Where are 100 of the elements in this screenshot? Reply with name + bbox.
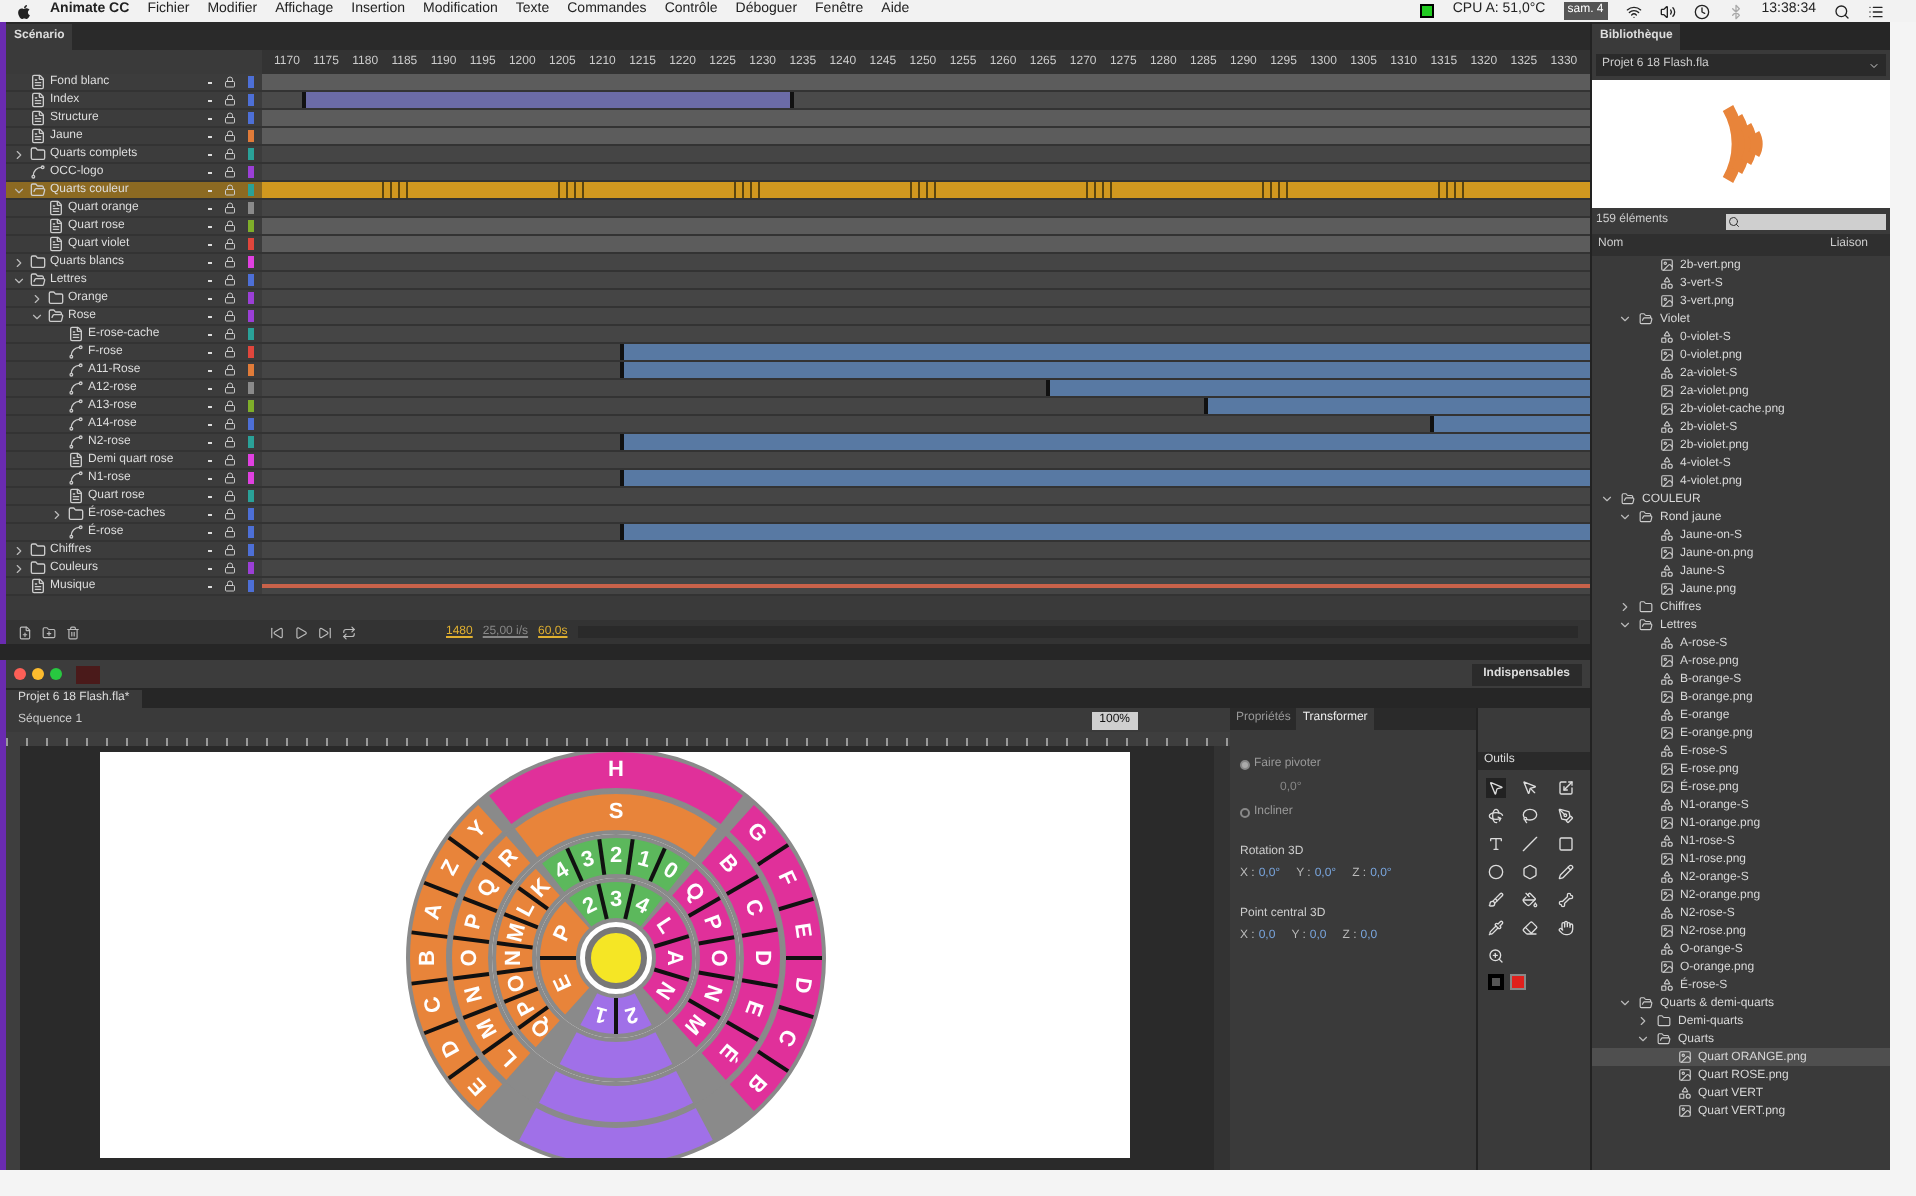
layer-color-swatch[interactable] [248,166,254,178]
expand-caret-icon[interactable] [30,291,44,305]
layer-color-swatch[interactable] [248,130,254,142]
collapse-caret-icon[interactable] [1618,510,1632,524]
line-tool-icon[interactable] [1520,834,1541,854]
layer-color-swatch[interactable] [248,202,254,214]
pen-tool-icon[interactable] [1555,806,1576,826]
fill-color-swatch[interactable] [1510,974,1526,990]
layer-color-swatch[interactable] [248,76,254,88]
layer-color-swatch[interactable] [248,526,254,538]
layer-color-swatch[interactable] [248,94,254,106]
lock-icon[interactable] [224,76,236,88]
lock-icon[interactable] [224,382,236,394]
wifi-icon[interactable] [1625,3,1642,19]
rectangle-tool-icon[interactable] [1555,834,1576,854]
expand-caret-icon[interactable] [1618,600,1632,614]
lock-icon[interactable] [224,472,236,484]
eyedropper-tool-icon[interactable] [1486,918,1506,938]
lock-icon[interactable] [224,202,236,214]
lock-icon[interactable] [224,580,236,592]
stroke-color-swatch[interactable] [1488,974,1504,990]
layer-color-swatch[interactable] [248,346,254,358]
lock-icon[interactable] [224,400,236,412]
minimize-window-button[interactable] [32,668,44,680]
lock-icon[interactable] [224,346,236,358]
collapse-caret-icon[interactable] [1636,1032,1650,1046]
layer-color-swatch[interactable] [248,220,254,232]
lock-icon[interactable] [224,94,236,106]
forward-icon[interactable] [318,625,332,639]
lock-icon[interactable] [224,112,236,124]
vertical-scrollbar[interactable] [1214,746,1230,1170]
layer-color-swatch[interactable] [248,544,254,556]
search-field[interactable] [1726,213,1886,229]
clock-icon[interactable] [1693,3,1710,19]
lock-icon[interactable] [224,256,236,268]
eraser-tool-icon[interactable] [1520,918,1541,938]
lock-icon[interactable] [224,364,236,376]
lock-icon[interactable] [224,310,236,322]
rewind-icon[interactable] [270,625,284,639]
zoom-tool-icon[interactable] [1486,946,1506,966]
collapse-caret-icon[interactable] [1618,618,1632,632]
layer-color-swatch[interactable] [248,580,254,592]
lock-icon[interactable] [224,274,236,286]
layer-color-swatch[interactable] [248,490,254,502]
lasso-tool-icon[interactable] [1520,806,1541,826]
layer-color-swatch[interactable] [248,112,254,124]
lock-icon[interactable] [224,436,236,448]
expand-caret-icon[interactable] [12,147,26,161]
lock-icon[interactable] [224,238,236,250]
polygon-tool-icon[interactable] [1520,862,1541,882]
layer-color-swatch[interactable] [248,328,254,340]
lock-icon[interactable] [224,130,236,142]
layer-color-swatch[interactable] [248,382,254,394]
delete-icon[interactable] [66,625,80,639]
layer-color-swatch[interactable] [248,364,254,376]
lock-icon[interactable] [224,184,236,196]
loop-icon[interactable] [342,625,356,639]
layer-color-swatch[interactable] [248,238,254,250]
collapse-caret-icon[interactable] [1618,312,1632,326]
layer-color-swatch[interactable] [248,454,254,466]
lock-icon[interactable] [224,328,236,340]
lock-icon[interactable] [224,508,236,520]
pencil-tool-icon[interactable] [1555,862,1576,882]
new-folder-icon[interactable] [42,625,56,639]
layer-color-swatch[interactable] [248,274,254,286]
subselection-tool-icon[interactable] [1520,778,1541,798]
paint-bucket-tool-icon[interactable] [1520,890,1541,910]
layer-color-swatch[interactable] [248,472,254,484]
lock-icon[interactable] [224,544,236,556]
lock-icon[interactable] [224,454,236,466]
radio-button[interactable] [1240,808,1250,818]
layer-color-swatch[interactable] [248,562,254,574]
selection-tool-icon[interactable] [1486,778,1506,798]
oval-tool-icon[interactable] [1486,862,1506,882]
lock-icon[interactable] [224,526,236,538]
apple-logo-icon[interactable] [16,3,32,19]
radio-button[interactable] [1240,760,1250,770]
layer-color-swatch[interactable] [248,256,254,268]
lock-icon[interactable] [224,418,236,430]
collapse-caret-icon[interactable] [12,273,26,287]
lock-icon[interactable] [224,562,236,574]
layer-color-swatch[interactable] [248,418,254,430]
volume-icon[interactable] [1659,3,1676,19]
layer-color-swatch[interactable] [248,436,254,448]
lock-icon[interactable] [224,148,236,160]
layer-color-swatch[interactable] [248,148,254,160]
lock-icon[interactable] [224,490,236,502]
lock-icon[interactable] [224,220,236,232]
zoom-window-button[interactable] [50,668,62,680]
expand-caret-icon[interactable] [12,561,26,575]
lock-icon[interactable] [224,292,236,304]
bone-tool-icon[interactable] [1555,890,1576,910]
close-window-button[interactable] [14,668,26,680]
expand-caret-icon[interactable] [50,507,64,521]
layer-color-swatch[interactable] [248,508,254,520]
layer-color-swatch[interactable] [248,310,254,322]
expand-caret-icon[interactable] [12,543,26,557]
layer-color-swatch[interactable] [248,400,254,412]
search-icon[interactable] [1834,3,1850,19]
hand-tool-icon[interactable] [1555,918,1576,938]
